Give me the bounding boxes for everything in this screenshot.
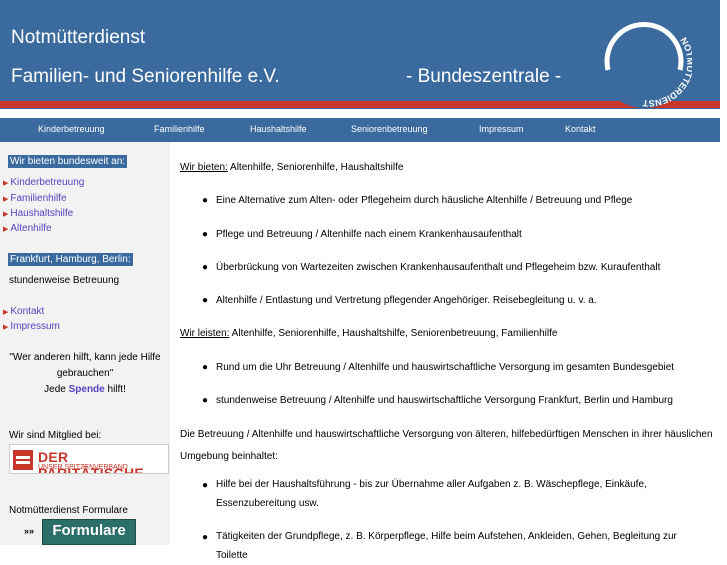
bullet-icon: ● <box>202 362 209 373</box>
donation-quote: "Wer anderen hilft, kann jede Hilfe gebr… <box>9 352 161 395</box>
arrow-icon: ▶ <box>3 196 9 203</box>
bullet-icon: ● <box>202 532 209 543</box>
header-banner: Notmütterdienst Familien- und Seniorenhi… <box>0 0 720 109</box>
offer-item: Eine Alternative zum Alten- oder Pflegeh… <box>216 195 633 206</box>
site-title: Notmütterdienst <box>11 27 146 48</box>
nav-haushaltshilfe[interactable]: Haushaltshilfe <box>250 124 307 134</box>
member-label: Wir sind Mitglied bei: <box>9 430 102 441</box>
sidebar: Wir bieten bundesweit an: ▶ Kinderbetreuu… <box>0 142 170 545</box>
site-tagline: - Bundeszentrale - <box>406 66 562 87</box>
perform-line: Wir leisten: Altenhilfe, Seniorenhilfe, … <box>180 328 558 339</box>
sidebar-link-kinderbetreuung[interactable]: ▶ Kinderbetreuung <box>3 177 84 188</box>
care-item: Tätigkeiten der Grundpflege, z. B. Körpe… <box>216 531 677 561</box>
bullet-icon: ● <box>202 229 209 240</box>
arrow-icon: ▶ <box>3 324 9 331</box>
bullet-icon: ● <box>202 262 209 273</box>
nav-seniorenbetreuung[interactable]: Seniorenbetreuung <box>351 124 428 134</box>
offer-item: Überbrückung von Wartezeiten zwischen Kr… <box>216 262 661 273</box>
offer-item: Pflege und Betreuung / Altenhilfe nach e… <box>216 229 522 240</box>
arrow-icon: ▶ <box>3 180 9 187</box>
care-item: Hilfe bei der Haushaltsführung - bis zur… <box>216 479 647 509</box>
formulare-button[interactable]: Formulare <box>42 519 136 545</box>
perform-item: stundenweise Betreuung / Altenhilfe und … <box>216 395 673 406</box>
arrow-icon: ▶ <box>3 211 9 218</box>
nav-familienhilfe[interactable]: Familienhilfe <box>154 124 205 134</box>
logo: NOTMÜTTERDIENST <box>598 16 692 108</box>
paritaetische-logo[interactable]: DER PARITÄTISCHE UNSER SPITZENVERBAND <box>9 444 169 474</box>
nav-impressum[interactable]: Impressum <box>479 124 524 134</box>
sidebar-link-altenhilfe[interactable]: ▶ Altenhilfe <box>3 223 52 234</box>
sidebar-heading-bundesweit: Wir bieten bundesweit an: <box>8 155 128 168</box>
bullet-icon: ● <box>202 480 209 491</box>
sidebar-heading-cities: Frankfurt, Hamburg, Berlin: <box>8 253 133 266</box>
sidebar-link-haushaltshilfe[interactable]: ▶ Haushaltshilfe <box>3 208 73 219</box>
sidebar-text-stundenweise: stundenweise Betreuung <box>9 275 120 286</box>
arrow-icon: ▶ <box>3 226 9 233</box>
bullet-icon: ● <box>202 395 209 406</box>
bullet-icon: ● <box>202 195 209 206</box>
nav-kinderbetreuung[interactable]: Kinderbetreuung <box>38 124 105 134</box>
offer-item: Altenhilfe / Entlastung und Vertretung p… <box>216 295 597 306</box>
double-arrow-icon: »» <box>24 526 35 536</box>
sidebar-link-kontakt[interactable]: ▶ Kontakt <box>3 306 44 317</box>
perform-item: Rund um die Uhr Betreuung / Altenhilfe u… <box>216 362 675 373</box>
formulare-label: Notmütterdienst Formulare <box>9 505 128 516</box>
spende-link[interactable]: Spende <box>69 384 105 395</box>
bullet-icon: ● <box>202 295 209 306</box>
paritaet-icon <box>13 450 33 470</box>
main-nav: Kinderbetreuung Familienhilfe Haushaltsh… <box>0 118 720 142</box>
sidebar-link-impressum[interactable]: ▶ Impressum <box>3 321 60 332</box>
arrow-icon: ▶ <box>3 309 9 316</box>
nav-kontakt[interactable]: Kontakt <box>565 124 596 134</box>
offer-line: Wir bieten: Altenhilfe, Seniorenhilfe, H… <box>180 162 404 173</box>
site-subtitle: Familien- und Seniorenhilfe e.V. <box>11 66 280 87</box>
sidebar-link-familienhilfe[interactable]: ▶ Familienhilfe <box>3 193 67 204</box>
care-paragraph: Die Betreuung / Altenhilfe und hauswirts… <box>180 429 713 462</box>
